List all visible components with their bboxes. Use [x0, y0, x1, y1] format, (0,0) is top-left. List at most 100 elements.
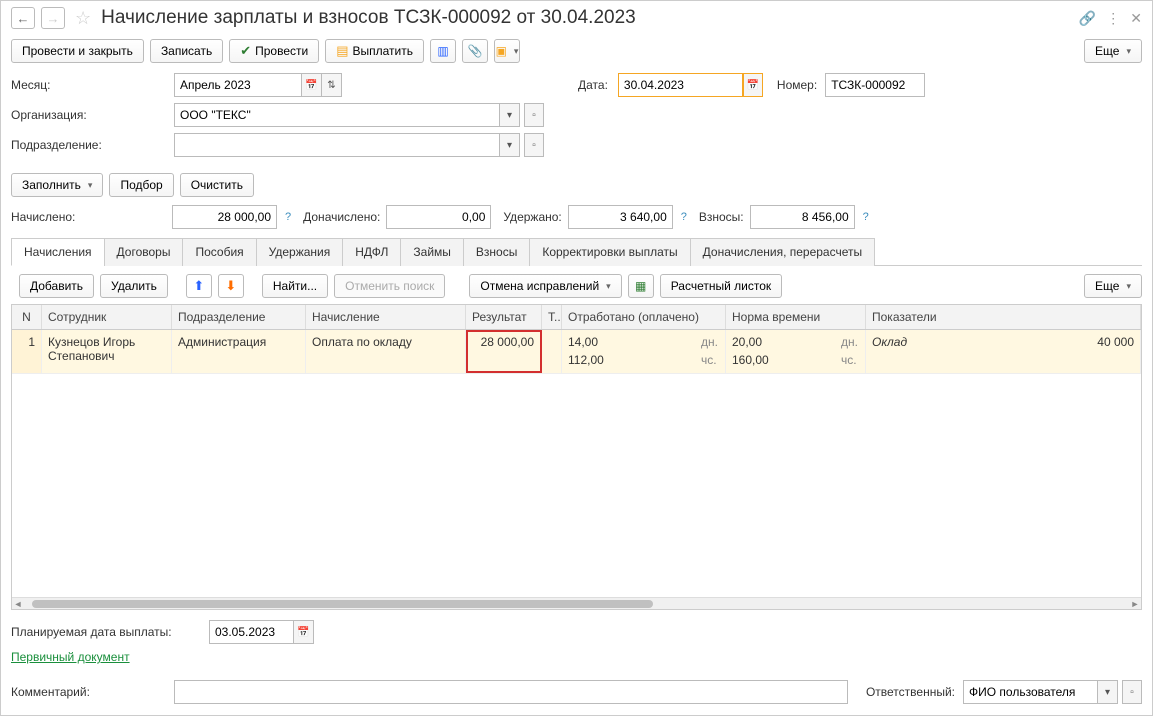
report-icon-button[interactable]: ▥ — [430, 39, 456, 63]
nav-back-button[interactable]: ← — [11, 7, 35, 29]
month-calendar-button[interactable]: 📅 — [302, 73, 322, 97]
dept-input[interactable] — [174, 133, 500, 157]
clear-button[interactable]: Очистить — [180, 173, 254, 197]
folder-icon: ▣ — [496, 44, 507, 58]
indicator-value: 40 000 — [1097, 335, 1134, 368]
dept-dropdown-button[interactable]: ▾ — [500, 133, 520, 157]
cancel-search-button[interactable]: Отменить поиск — [334, 274, 445, 298]
month-spinner-button[interactable]: ⇅ — [322, 73, 342, 97]
source-document-link[interactable]: Первичный документ — [11, 650, 130, 664]
tab-contracts[interactable]: Договоры — [104, 238, 184, 266]
accrued-help-icon[interactable]: ? — [285, 211, 291, 223]
select-button[interactable]: Подбор — [109, 173, 173, 197]
planned-date-label: Планируемая дата выплаты: — [11, 625, 201, 639]
col-norm[interactable]: Норма времени — [726, 305, 866, 329]
withheld-value[interactable] — [568, 205, 673, 229]
org-input[interactable] — [174, 103, 500, 127]
tab-loans[interactable]: Займы — [400, 238, 464, 266]
norm-hours-value: 160,00 — [732, 353, 769, 367]
norm-days-value: 20,00 — [732, 335, 762, 349]
responsible-open-button[interactable]: ▫ — [1122, 680, 1142, 704]
tab-benefits[interactable]: Пособия — [182, 238, 256, 266]
contrib-label: Взносы: — [699, 210, 744, 224]
payslip-button[interactable]: Расчетный листок — [660, 274, 782, 298]
pay-button[interactable]: ▤Выплатить — [325, 39, 424, 63]
planned-date-input[interactable] — [209, 620, 294, 644]
col-t[interactable]: Т.. — [542, 305, 562, 329]
col-employee[interactable]: Сотрудник — [42, 305, 172, 329]
extra-accrued-value[interactable] — [386, 205, 491, 229]
responsible-dropdown-button[interactable]: ▾ — [1098, 680, 1118, 704]
table-settings-button[interactable]: ▦ — [628, 274, 654, 298]
col-indicators[interactable]: Показатели — [866, 305, 1141, 329]
number-label: Номер: — [777, 78, 817, 92]
org-dropdown-button[interactable]: ▾ — [500, 103, 520, 127]
arrow-up-icon: ⬆ — [193, 278, 204, 294]
col-accrual[interactable]: Начисление — [306, 305, 466, 329]
delete-row-button[interactable]: Удалить — [100, 274, 168, 298]
cell-n: 1 — [12, 330, 42, 373]
cell-worked: 14,00дн. 112,00чс. — [562, 330, 726, 373]
tab-ndfl[interactable]: НДФЛ — [342, 238, 401, 266]
calendar-icon: 📅 — [305, 80, 317, 91]
tab-recalc[interactable]: Доначисления, перерасчеты — [690, 238, 875, 266]
cancel-corrections-button[interactable]: Отмена исправлений — [469, 274, 621, 298]
date-calendar-button[interactable]: 📅 — [743, 73, 763, 97]
dept-open-button[interactable]: ▫ — [524, 133, 544, 157]
org-open-button[interactable]: ▫ — [524, 103, 544, 127]
col-result[interactable]: Результат — [466, 305, 542, 329]
add-row-button[interactable]: Добавить — [19, 274, 94, 298]
tab-deductions[interactable]: Удержания — [256, 238, 344, 266]
favorite-star-icon[interactable]: ☆ — [75, 8, 91, 29]
col-worked[interactable]: Отработано (оплачено) — [562, 305, 726, 329]
tab-bar: Начисления Договоры Пособия Удержания НД… — [11, 237, 1142, 266]
cell-accrual: Оплата по окладу — [306, 330, 466, 373]
find-button[interactable]: Найти... — [262, 274, 328, 298]
extra-accrued-label: Доначислено: — [303, 210, 380, 224]
fill-button[interactable]: Заполнить — [11, 173, 103, 197]
unit-days: дн. — [691, 335, 719, 349]
move-up-button[interactable]: ⬆ — [186, 274, 212, 298]
tab-pay-corrections[interactable]: Корректировки выплаты — [529, 238, 690, 266]
cell-norm: 20,00дн. 160,00чс. — [726, 330, 866, 373]
more-button[interactable]: Еще — [1084, 39, 1142, 63]
withheld-help-icon[interactable]: ? — [681, 211, 687, 223]
page-title: Начисление зарплаты и взносов ТСЗК-00009… — [101, 7, 1073, 29]
planned-date-calendar-button[interactable]: 📅 — [294, 620, 314, 644]
attachment-button[interactable]: 📎 — [462, 39, 488, 63]
write-button[interactable]: Записать — [150, 39, 223, 63]
cell-result[interactable]: 28 000,00 — [466, 330, 542, 373]
col-n[interactable]: N — [12, 305, 42, 329]
nav-forward-button[interactable]: → — [41, 7, 65, 29]
withheld-label: Удержано: — [503, 210, 561, 224]
number-input[interactable] — [825, 73, 925, 97]
tab-more-button[interactable]: Еще — [1084, 274, 1142, 298]
comment-input[interactable] — [174, 680, 848, 704]
tab-accruals[interactable]: Начисления — [11, 238, 105, 266]
responsible-input[interactable] — [963, 680, 1098, 704]
date-input[interactable] — [618, 73, 743, 97]
post-button[interactable]: ✔Провести — [229, 39, 319, 63]
contrib-help-icon[interactable]: ? — [863, 211, 869, 223]
horizontal-scrollbar[interactable]: ◄ ► — [12, 597, 1141, 609]
table-row[interactable]: 1 Кузнецов Игорь Степанович Администраци… — [12, 330, 1141, 374]
unit-hours: чс. — [691, 353, 719, 367]
contrib-value[interactable] — [750, 205, 855, 229]
scroll-left-arrow-icon[interactable]: ◄ — [12, 599, 24, 609]
scrollbar-thumb[interactable] — [32, 600, 653, 608]
accruals-table: N Сотрудник Подразделение Начисление Рез… — [11, 304, 1142, 610]
accrued-value[interactable] — [172, 205, 277, 229]
calendar-icon: 📅 — [747, 80, 759, 91]
kebab-menu-icon[interactable]: ⋮ — [1106, 10, 1120, 27]
tab-contributions[interactable]: Взносы — [463, 238, 530, 266]
link-icon[interactable]: 🔗 — [1079, 10, 1096, 27]
post-and-close-button[interactable]: Провести и закрыть — [11, 39, 144, 63]
close-icon[interactable]: ✕ — [1130, 10, 1142, 27]
calendar-icon: 📅 — [297, 627, 309, 638]
extra-menu-button[interactable]: ▣ — [494, 39, 520, 63]
col-department[interactable]: Подразделение — [172, 305, 306, 329]
scroll-right-arrow-icon[interactable]: ► — [1129, 599, 1141, 609]
pay-icon: ▤ — [336, 43, 348, 59]
month-input[interactable] — [174, 73, 302, 97]
move-down-button[interactable]: ⬇ — [218, 274, 244, 298]
